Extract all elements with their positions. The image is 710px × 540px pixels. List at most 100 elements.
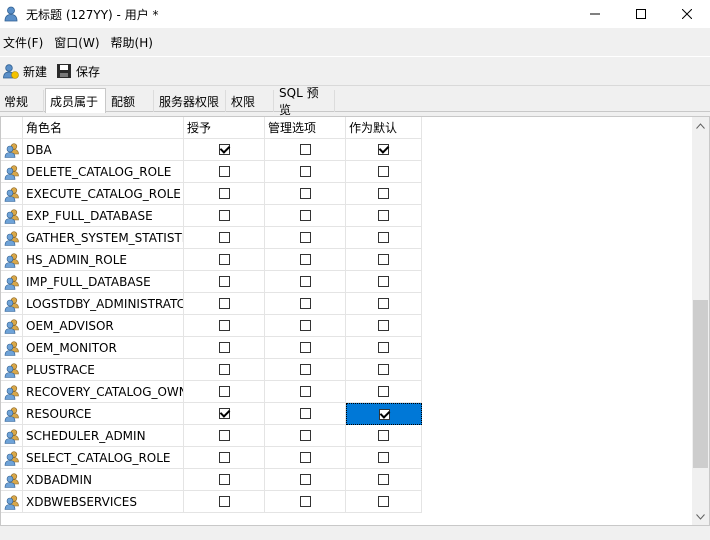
as-default-checkbox[interactable] [378, 496, 389, 507]
grant-checkbox[interactable] [218, 430, 230, 441]
grant-checkbox-cell[interactable] [184, 469, 265, 491]
role-name[interactable]: RESOURCE [23, 403, 184, 425]
as-default-checkbox-cell[interactable] [346, 183, 422, 205]
minimize-button[interactable] [572, 0, 618, 28]
menu-window[interactable]: 窗口(W) [51, 34, 104, 51]
admin-option-checkbox[interactable] [299, 188, 311, 199]
admin-option-checkbox[interactable] [299, 298, 311, 309]
tab-general[interactable]: 常规 [0, 90, 44, 112]
admin-option-checkbox-cell[interactable] [265, 161, 346, 183]
vertical-scrollbar[interactable] [692, 117, 709, 525]
as-default-checkbox[interactable] [378, 408, 390, 420]
grant-checkbox[interactable] [218, 144, 230, 155]
admin-option-checkbox[interactable] [299, 430, 311, 441]
admin-option-checkbox-cell[interactable] [265, 139, 346, 161]
as-default-checkbox[interactable] [378, 364, 389, 375]
admin-option-checkbox-cell[interactable] [265, 469, 346, 491]
tab-privileges[interactable]: 权限 [227, 90, 274, 112]
grant-checkbox[interactable] [218, 210, 230, 221]
scroll-thumb[interactable] [693, 300, 708, 468]
admin-option-checkbox-cell[interactable] [265, 227, 346, 249]
admin-option-checkbox[interactable] [299, 386, 311, 397]
grant-checkbox-cell[interactable] [184, 293, 265, 315]
as-default-checkbox[interactable] [378, 474, 389, 485]
admin-option-checkbox-cell[interactable] [265, 183, 346, 205]
grant-checkbox[interactable] [218, 364, 230, 375]
as-default-checkbox[interactable] [378, 276, 389, 287]
as-default-checkbox[interactable] [378, 188, 389, 199]
role-name[interactable]: OEM_MONITOR [23, 337, 184, 359]
as-default-checkbox[interactable] [378, 232, 389, 243]
as-default-checkbox-cell[interactable] [346, 469, 422, 491]
grant-checkbox-cell[interactable] [184, 249, 265, 271]
grant-checkbox[interactable] [218, 386, 230, 397]
table-row[interactable]: LOGSTDBY_ADMINISTRATC [1, 293, 422, 315]
grant-checkbox-cell[interactable] [184, 403, 265, 425]
grant-checkbox[interactable] [218, 276, 230, 287]
as-default-checkbox-cell[interactable] [346, 447, 422, 469]
admin-option-checkbox-cell[interactable] [265, 425, 346, 447]
admin-option-checkbox-cell[interactable] [265, 403, 346, 425]
table-row[interactable]: EXECUTE_CATALOG_ROLE [1, 183, 422, 205]
table-row[interactable]: RECOVERY_CATALOG_OWN [1, 381, 422, 403]
admin-option-checkbox[interactable] [299, 496, 311, 507]
role-name[interactable]: DBA [23, 139, 184, 161]
tab-member-of[interactable]: 成员属于 [45, 88, 106, 113]
admin-option-checkbox-cell[interactable] [265, 249, 346, 271]
table-row[interactable]: DBA [1, 139, 422, 161]
grant-checkbox[interactable] [218, 320, 230, 331]
grant-checkbox-cell[interactable] [184, 183, 265, 205]
grant-checkbox-cell[interactable] [184, 271, 265, 293]
header-admin-option[interactable]: 管理选项 [265, 117, 346, 139]
table-row[interactable]: DELETE_CATALOG_ROLE [1, 161, 422, 183]
grant-checkbox-cell[interactable] [184, 227, 265, 249]
grant-checkbox[interactable] [218, 474, 230, 485]
admin-option-checkbox-cell[interactable] [265, 315, 346, 337]
admin-option-checkbox[interactable] [299, 210, 311, 221]
grant-checkbox-cell[interactable] [184, 139, 265, 161]
scroll-up-button[interactable] [692, 117, 709, 134]
as-default-checkbox[interactable] [378, 166, 389, 177]
table-row[interactable]: GATHER_SYSTEM_STATISTI [1, 227, 422, 249]
admin-option-checkbox-cell[interactable] [265, 491, 346, 513]
role-name[interactable]: GATHER_SYSTEM_STATISTI [23, 227, 184, 249]
as-default-checkbox[interactable] [378, 320, 389, 331]
admin-option-checkbox[interactable] [299, 342, 311, 353]
role-name[interactable]: EXECUTE_CATALOG_ROLE [23, 183, 184, 205]
grant-checkbox-cell[interactable] [184, 359, 265, 381]
as-default-checkbox-cell[interactable] [346, 271, 422, 293]
role-name[interactable]: XDBWEBSERVICES [23, 491, 184, 513]
as-default-checkbox[interactable] [378, 254, 389, 265]
grant-checkbox[interactable] [218, 188, 230, 199]
table-row[interactable]: EXP_FULL_DATABASE [1, 205, 422, 227]
table-row[interactable]: XDBWEBSERVICES [1, 491, 422, 513]
as-default-checkbox-cell[interactable] [346, 205, 422, 227]
header-grant[interactable]: 授予 [184, 117, 265, 139]
admin-option-checkbox-cell[interactable] [265, 205, 346, 227]
as-default-checkbox-cell[interactable] [346, 293, 422, 315]
as-default-checkbox-cell[interactable] [346, 315, 422, 337]
table-row[interactable]: SELECT_CATALOG_ROLE [1, 447, 422, 469]
grant-checkbox-cell[interactable] [184, 337, 265, 359]
grant-checkbox[interactable] [218, 452, 230, 463]
admin-option-checkbox[interactable] [299, 276, 311, 287]
role-name[interactable]: EXP_FULL_DATABASE [23, 205, 184, 227]
as-default-checkbox-cell[interactable] [346, 249, 422, 271]
as-default-checkbox[interactable] [378, 298, 389, 309]
admin-option-checkbox-cell[interactable] [265, 293, 346, 315]
new-button[interactable]: 新建 [3, 63, 47, 80]
menu-file[interactable]: 文件(F) [0, 34, 48, 51]
table-row[interactable]: PLUSTRACE [1, 359, 422, 381]
as-default-checkbox-cell[interactable] [346, 491, 422, 513]
grant-checkbox[interactable] [218, 342, 230, 353]
admin-option-checkbox[interactable] [299, 452, 311, 463]
role-name[interactable]: DELETE_CATALOG_ROLE [23, 161, 184, 183]
grant-checkbox-cell[interactable] [184, 315, 265, 337]
role-name[interactable]: IMP_FULL_DATABASE [23, 271, 184, 293]
scroll-down-button[interactable] [692, 508, 709, 525]
tab-sql-preview[interactable]: SQL 预览 [275, 86, 335, 117]
table-row[interactable]: XDBADMIN [1, 469, 422, 491]
role-name[interactable]: RECOVERY_CATALOG_OWN [23, 381, 184, 403]
as-default-checkbox[interactable] [378, 144, 389, 155]
admin-option-checkbox[interactable] [299, 320, 311, 331]
